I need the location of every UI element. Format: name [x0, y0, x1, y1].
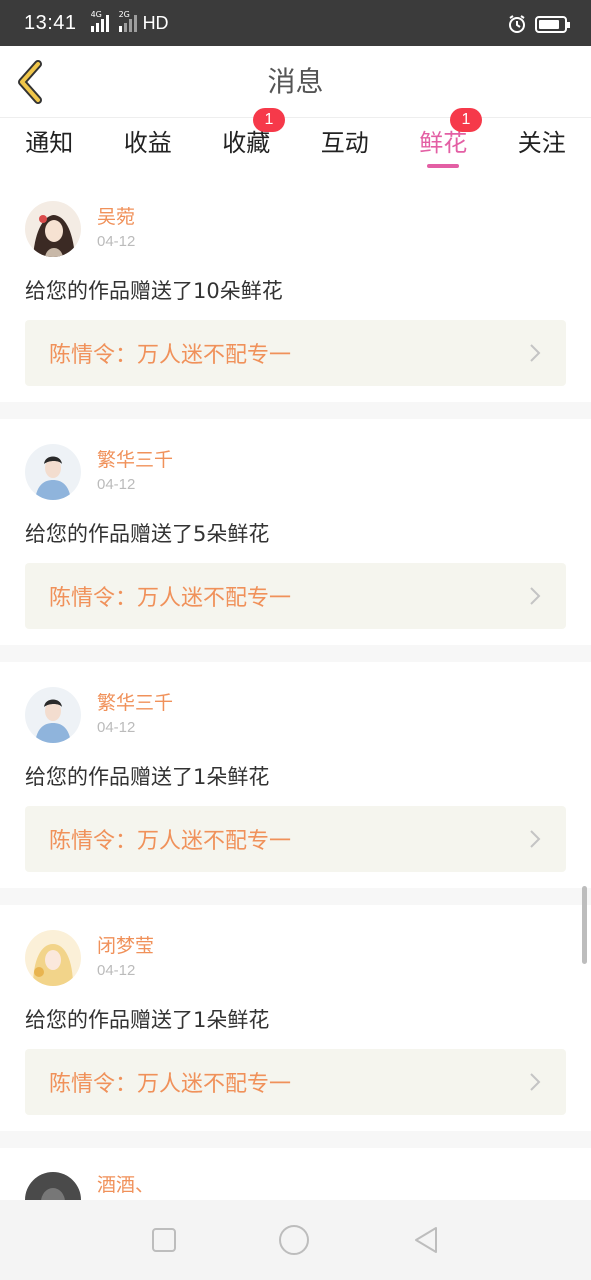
- recents-square-icon[interactable]: [151, 1227, 177, 1253]
- work-link[interactable]: 陈情令：万人迷不配专一: [25, 563, 566, 629]
- avatar[interactable]: [25, 930, 81, 986]
- unread-badge: 1: [450, 108, 482, 132]
- message-text: 给您的作品赠送了10朵鲜花: [25, 279, 283, 303]
- battery-icon: [535, 15, 570, 33]
- signal-4g-icon: 4G: [90, 10, 109, 32]
- chevron-right-icon: [530, 1073, 541, 1091]
- work-title: 陈情令：万人迷不配专一: [49, 1072, 292, 1097]
- message-date: 04-12: [97, 233, 136, 250]
- sender-name[interactable]: 繁华三千: [97, 690, 173, 716]
- message-card: 繁华三千 04-12 给您的作品赠送了1朵鲜花 陈情令：万人迷不配专一: [0, 662, 591, 888]
- unread-badge: 1: [253, 108, 285, 132]
- back-triangle-icon[interactable]: [412, 1225, 440, 1255]
- clock: 13:41: [24, 11, 77, 34]
- message-text: 给您的作品赠送了5朵鲜花: [25, 522, 270, 546]
- hd-indicator: HD: [142, 12, 169, 33]
- work-title: 陈情令：万人迷不配专一: [49, 343, 292, 368]
- alarm-icon: [509, 15, 525, 33]
- work-link[interactable]: 陈情令：万人迷不配专一: [25, 806, 566, 872]
- sender-name[interactable]: 闭梦莹: [97, 933, 154, 959]
- work-link[interactable]: 陈情令：万人迷不配专一: [25, 1049, 566, 1115]
- tab-bar: 通知 收益 收藏 1 互动 鲜花 1 关注: [0, 108, 591, 176]
- header: 消息: [0, 46, 591, 118]
- message-card: 吴菀 04-12 给您的作品赠送了10朵鲜花 陈情令：万人迷不配专一: [0, 176, 591, 402]
- chevron-right-icon: [530, 830, 541, 848]
- status-bar: 13:41 4G 2G HD: [0, 0, 591, 46]
- message-card: 闭梦莹 04-12 给您的作品赠送了1朵鲜花 陈情令：万人迷不配专一: [0, 905, 591, 1131]
- active-tab-indicator: [427, 164, 460, 168]
- message-date: 04-12: [97, 962, 136, 979]
- tab-notifications[interactable]: 通知: [0, 118, 99, 176]
- tab-following[interactable]: 关注: [493, 118, 591, 176]
- work-title: 陈情令：万人迷不配专一: [49, 586, 292, 611]
- system-nav-bar: [0, 1200, 591, 1280]
- chevron-right-icon: [530, 344, 541, 362]
- sender-name[interactable]: 酒酒、: [97, 1172, 154, 1198]
- message-list[interactable]: 吴菀 04-12 给您的作品赠送了10朵鲜花 陈情令：万人迷不配专一 繁华三千 …: [0, 176, 591, 1200]
- message-text: 给您的作品赠送了1朵鲜花: [25, 765, 270, 789]
- tab-earnings[interactable]: 收益: [99, 118, 198, 176]
- chevron-right-icon: [530, 587, 541, 605]
- sender-name[interactable]: 吴菀: [97, 204, 135, 230]
- message-card: 酒酒、: [0, 1148, 591, 1200]
- tab-flowers[interactable]: 鲜花 1: [394, 108, 493, 176]
- avatar[interactable]: [25, 1172, 81, 1200]
- message-card: 繁华三千 04-12 给您的作品赠送了5朵鲜花 陈情令：万人迷不配专一: [0, 419, 591, 645]
- work-title: 陈情令：万人迷不配专一: [49, 829, 292, 854]
- tab-favorites[interactable]: 收藏 1: [197, 108, 296, 176]
- message-date: 04-12: [97, 719, 136, 736]
- page-title: 消息: [267, 65, 324, 98]
- work-link[interactable]: 陈情令：万人迷不配专一: [25, 320, 566, 386]
- scrollbar[interactable]: [582, 886, 587, 964]
- sender-name[interactable]: 繁华三千: [97, 447, 173, 473]
- signal-2g-icon: 2G: [118, 10, 137, 32]
- home-circle-icon[interactable]: [278, 1224, 310, 1256]
- message-date: 04-12: [97, 476, 136, 493]
- avatar[interactable]: [25, 687, 81, 743]
- tab-interactions[interactable]: 互动: [296, 118, 395, 176]
- avatar[interactable]: [25, 444, 81, 500]
- message-text: 给您的作品赠送了1朵鲜花: [25, 1008, 270, 1032]
- avatar[interactable]: [25, 201, 81, 257]
